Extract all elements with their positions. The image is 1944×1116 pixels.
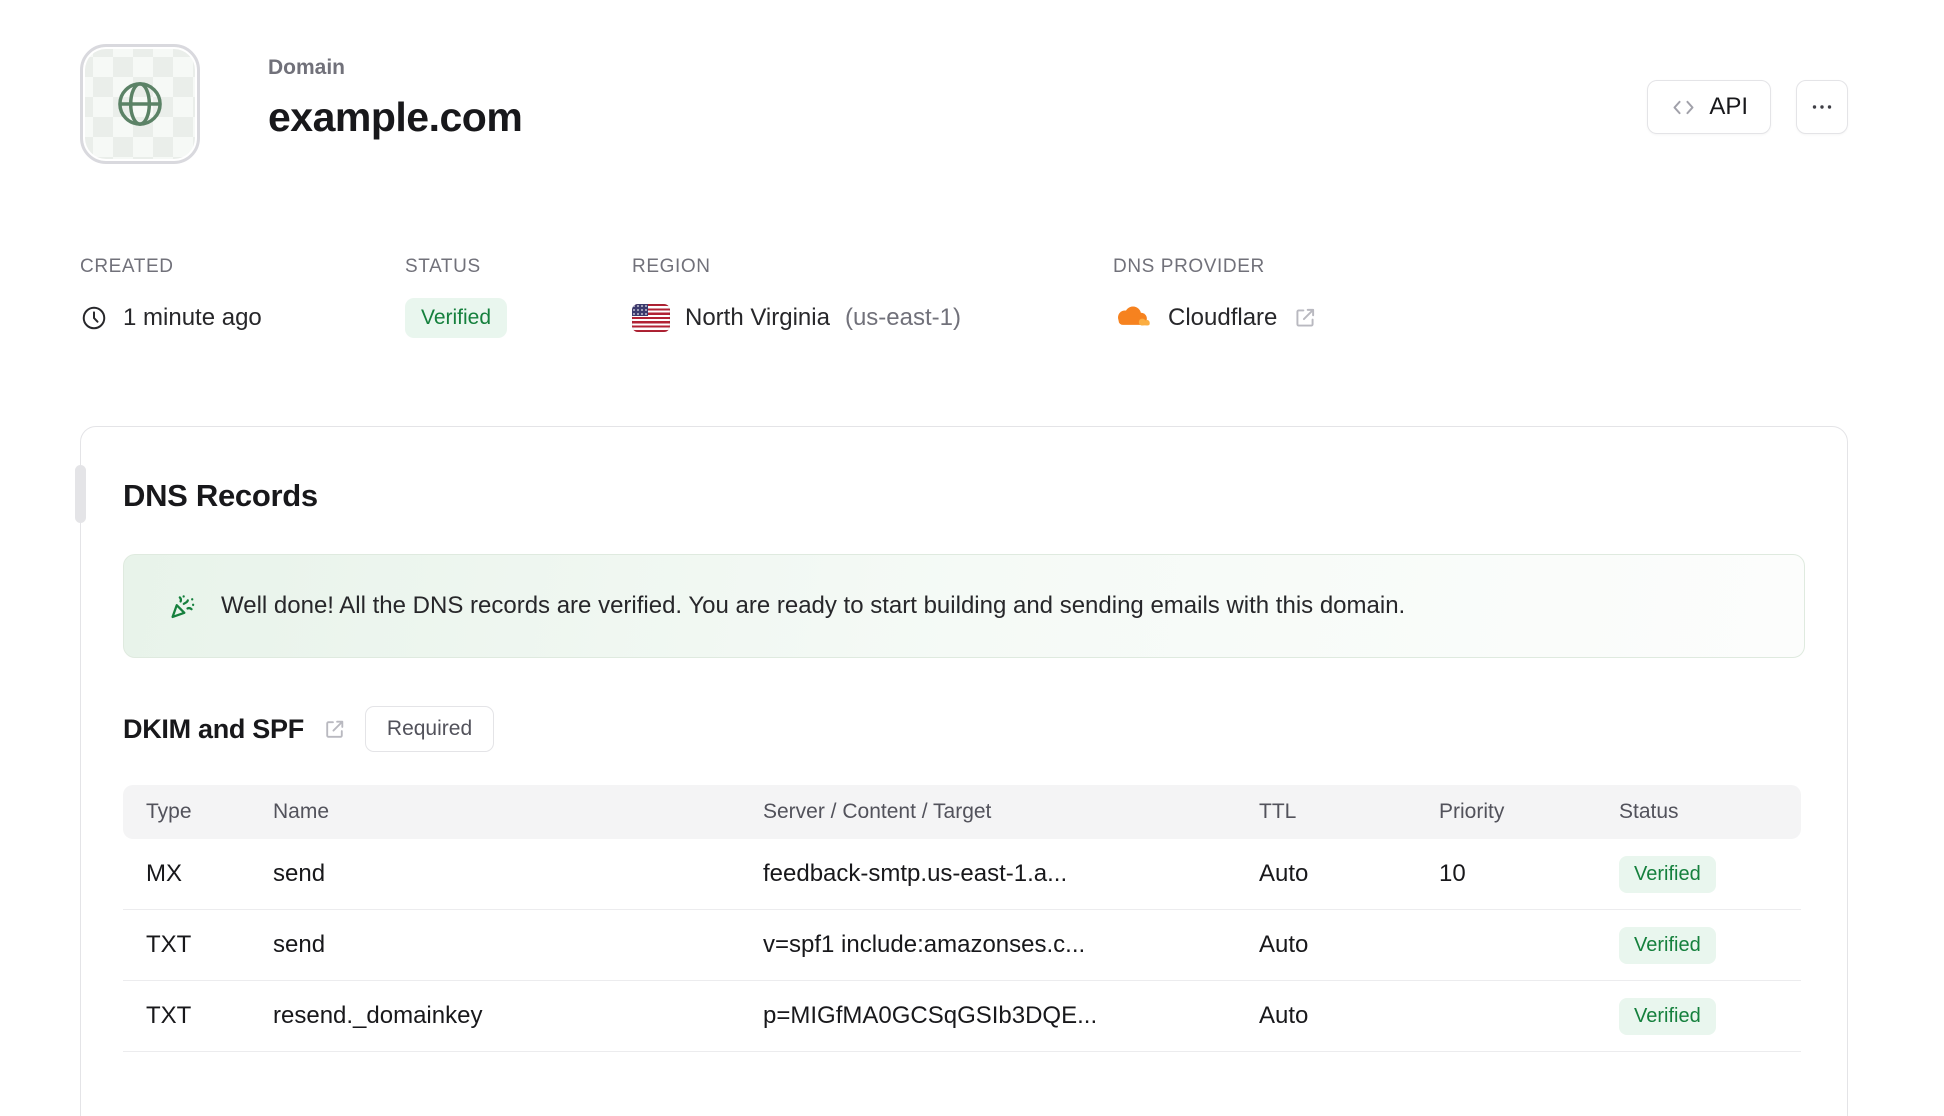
record-status-badge: Verified <box>1619 926 1716 964</box>
dkim-spf-section-header: DKIM and SPF Required <box>123 706 1805 752</box>
required-badge: Required <box>364 706 495 752</box>
record-type: TXT <box>146 931 192 958</box>
header-actions: API <box>1647 80 1848 134</box>
meta-region: REGION North Virginia (us-east-1) <box>632 256 1113 336</box>
dns-records-card: DNS Records Well done! All the DNS recor… <box>75 426 1848 1116</box>
meta-dns-provider: DNS PROVIDER Cloudflare <box>1113 256 1318 336</box>
ellipsis-icon <box>1810 95 1834 119</box>
table-row[interactable]: TXT send v=spf1 include:amazonses.c... A… <box>123 910 1801 981</box>
page-title: example.com <box>268 94 523 140</box>
record-name: send <box>273 860 326 887</box>
meta-row: CREATED 1 minute ago STATUS Verified REG… <box>80 256 1848 338</box>
table-header-row: Type Name Server / Content / Target TTL … <box>123 785 1801 839</box>
domain-page: Domain example.com API CREATED 1 minute … <box>75 0 1848 1116</box>
globe-icon <box>112 76 168 132</box>
dkim-spf-title: DKIM and SPF <box>123 713 304 744</box>
domain-logo <box>80 44 200 164</box>
record-status-badge: Verified <box>1619 855 1716 893</box>
col-header-name: Name <box>273 800 330 823</box>
table-row[interactable]: TXT resend._domainkey p=MIGfMA0GCSqGSIb3… <box>123 981 1801 1052</box>
api-button-label: API <box>1709 93 1748 120</box>
created-label: CREATED <box>80 256 174 277</box>
region-code: (us-east-1) <box>844 304 961 331</box>
created-value: 1 minute ago <box>123 304 262 331</box>
page-header: Domain example.com API <box>80 0 1848 164</box>
record-content: feedback-smtp.us-east-1.a... <box>763 860 1068 887</box>
external-link-icon[interactable] <box>1292 305 1318 331</box>
dns-records-title: DNS Records <box>123 478 318 513</box>
api-button[interactable]: API <box>1647 80 1771 134</box>
record-ttl: Auto <box>1259 860 1309 887</box>
col-header-ttl: TTL <box>1259 800 1297 823</box>
meta-status: STATUS Verified <box>405 256 632 338</box>
meta-created: CREATED 1 minute ago <box>80 256 405 336</box>
record-name: resend._domainkey <box>273 1002 483 1029</box>
domain-label: Domain <box>268 56 346 79</box>
record-type: TXT <box>146 1002 192 1029</box>
record-content: p=MIGfMA0GCSqGSIb3DQE... <box>763 1002 1098 1029</box>
us-flag-icon <box>632 304 670 332</box>
record-ttl: Auto <box>1259 931 1309 958</box>
region-label: REGION <box>632 256 711 277</box>
col-header-status: Status <box>1619 800 1679 823</box>
col-header-priority: Priority <box>1439 800 1505 823</box>
record-content: v=spf1 include:amazonses.c... <box>763 931 1086 958</box>
dns-provider-value: Cloudflare <box>1168 304 1278 331</box>
dns-records-table: Type Name Server / Content / Target TTL … <box>123 785 1801 1052</box>
col-header-type: Type <box>146 800 192 823</box>
title-block: Domain example.com <box>268 56 523 141</box>
party-popper-icon <box>167 590 199 622</box>
cloudflare-icon <box>1113 303 1153 333</box>
external-link-icon[interactable] <box>322 717 347 742</box>
dns-provider-label: DNS PROVIDER <box>1113 256 1265 277</box>
record-status-badge: Verified <box>1619 997 1716 1035</box>
record-ttl: Auto <box>1259 1002 1309 1029</box>
clock-icon <box>80 304 108 332</box>
status-badge: Verified <box>405 298 508 338</box>
record-type: MX <box>146 860 182 887</box>
status-label: STATUS <box>405 256 481 277</box>
table-row[interactable]: MX send feedback-smtp.us-east-1.a... Aut… <box>123 839 1801 910</box>
card-accent-bar <box>75 465 86 523</box>
code-icon <box>1670 94 1697 121</box>
more-options-button[interactable] <box>1796 80 1848 134</box>
col-header-content: Server / Content / Target <box>763 800 992 823</box>
region-value: North Virginia <box>685 304 830 331</box>
banner-message: Well done! All the DNS records are verif… <box>221 592 1406 619</box>
success-banner: Well done! All the DNS records are verif… <box>123 554 1805 658</box>
record-priority: 10 <box>1439 860 1466 887</box>
record-name: send <box>273 931 326 958</box>
